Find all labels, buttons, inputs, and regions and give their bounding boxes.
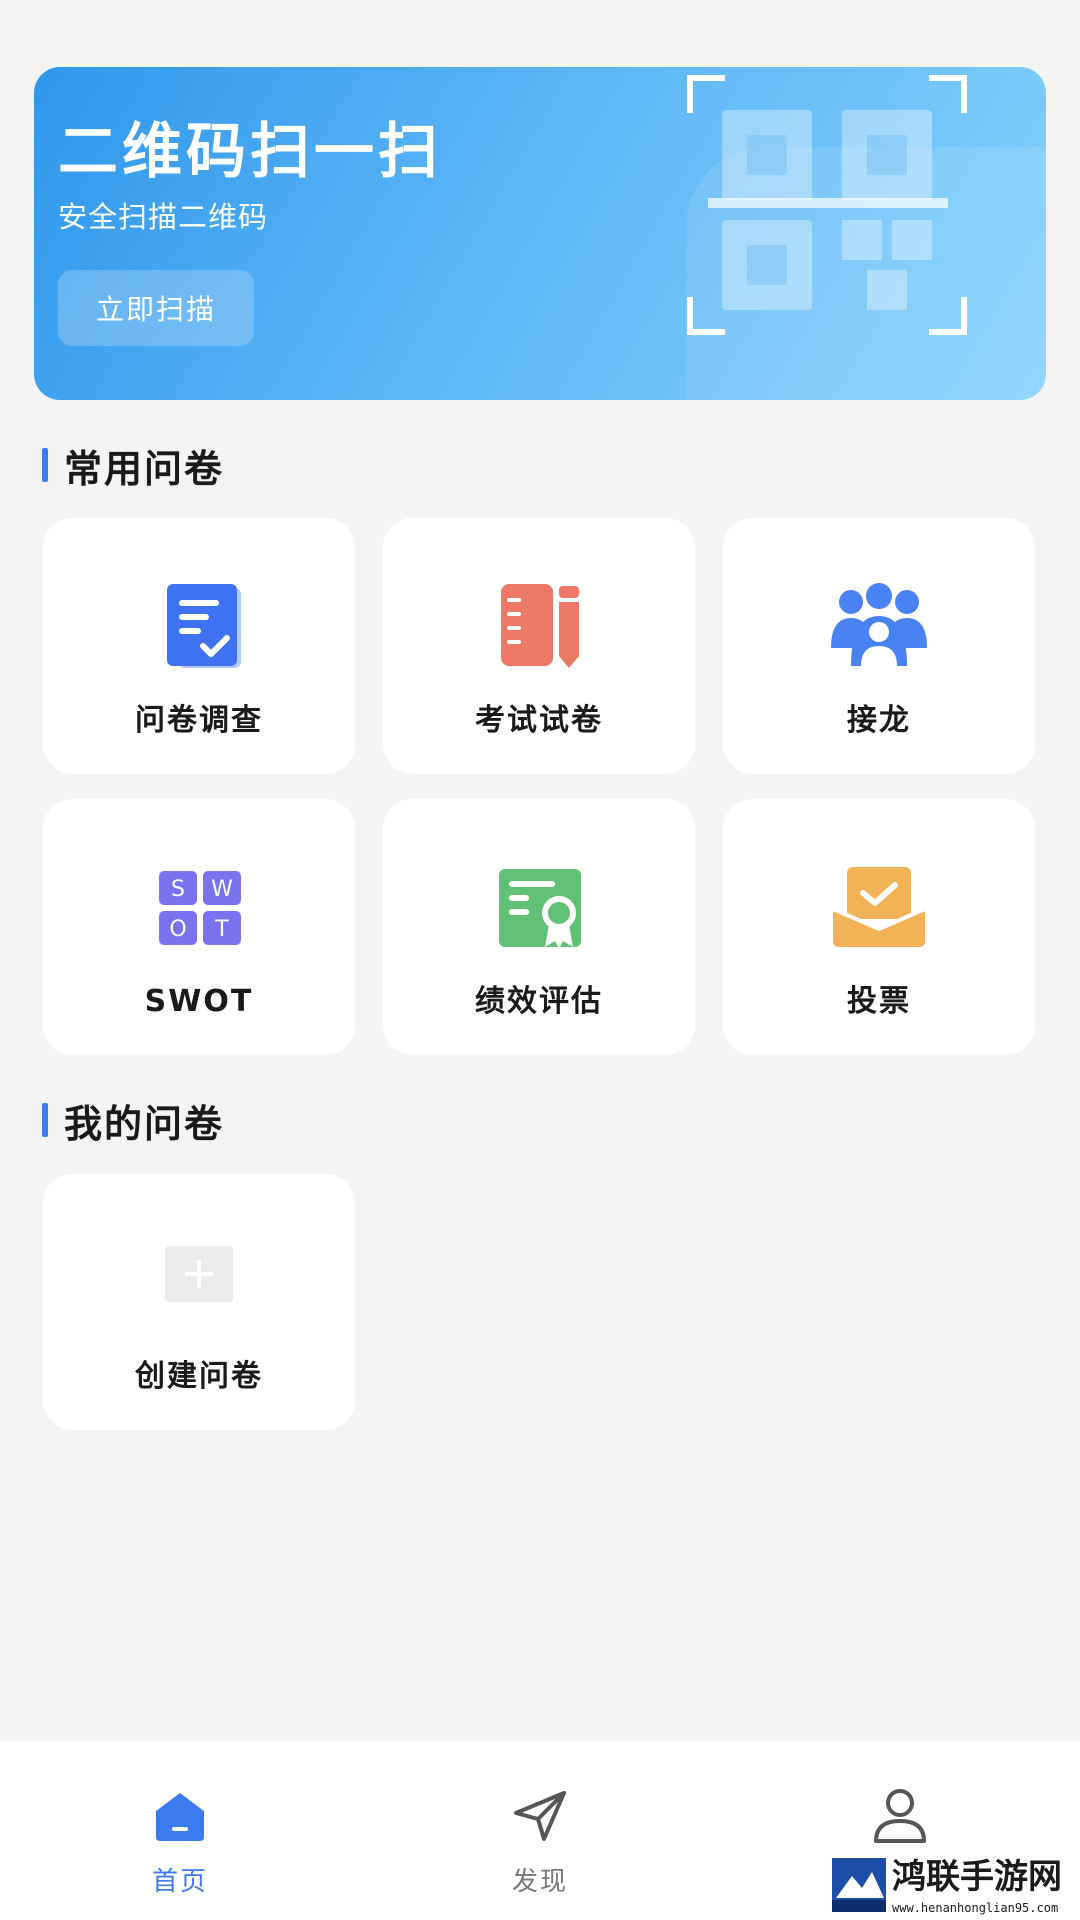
people-group-icon [831,583,927,666]
card-label: 接龙 [847,703,911,738]
card-performance[interactable]: 绩效评估 [383,799,695,1055]
section-accent-bar [42,448,48,482]
card-label: 问卷调查 [135,703,263,738]
card-survey[interactable]: 问卷调查 [43,518,355,774]
exam-notebook-icon [501,584,579,668]
qr-scan-icon [687,75,967,335]
scan-now-button[interactable]: 立即扫描 [58,270,254,346]
watermark-text: 鸿联手游网 [892,1857,1062,1897]
card-relay[interactable]: 接龙 [723,518,1035,774]
swot-letter: T [214,917,229,942]
vote-envelope-icon [832,867,926,947]
common-surveys-header: 常用问卷 [42,445,224,491]
swot-letter: O [169,917,186,942]
home-icon [156,1793,204,1841]
section-accent-bar [42,1103,48,1137]
card-label: SWOT [144,984,254,1019]
card-exam[interactable]: 考试试卷 [383,518,695,774]
site-watermark: 鸿联手游网 www.henanhonglian95.com [832,1858,1080,1920]
swot-letter: S [171,877,185,902]
plus-icon [165,1246,233,1302]
banner-subtitle: 安全扫描二维码 [58,200,269,234]
card-swot[interactable]: S W O T SWOT [43,799,355,1055]
card-vote[interactable]: 投票 [723,799,1035,1055]
watermark-logo-icon [832,1858,886,1912]
nav-label: 首页 [151,1867,208,1897]
card-label: 创建问卷 [135,1359,263,1394]
card-label: 绩效评估 [475,984,603,1019]
card-label: 投票 [847,984,911,1019]
swot-letter: W [211,877,233,902]
card-create-survey[interactable]: 创建问卷 [43,1174,355,1430]
section-title: 常用问卷 [64,446,225,491]
banner-title: 二维码扫一扫 [58,117,442,187]
section-title: 我的问卷 [64,1101,225,1146]
my-surveys-header: 我的问卷 [42,1100,224,1146]
survey-doc-icon [167,584,241,668]
nav-label: 发现 [511,1867,568,1897]
swot-grid-icon: S W O T [159,871,241,945]
user-icon [874,1789,926,1843]
watermark-url: www.henanhonglian95.com [892,1901,1059,1915]
certificate-icon [499,869,581,949]
nav-home[interactable]: 首页 [80,1741,280,1920]
paper-plane-icon [514,1791,566,1841]
nav-discover[interactable]: 发现 [440,1741,640,1920]
card-label: 考试试卷 [475,703,603,738]
